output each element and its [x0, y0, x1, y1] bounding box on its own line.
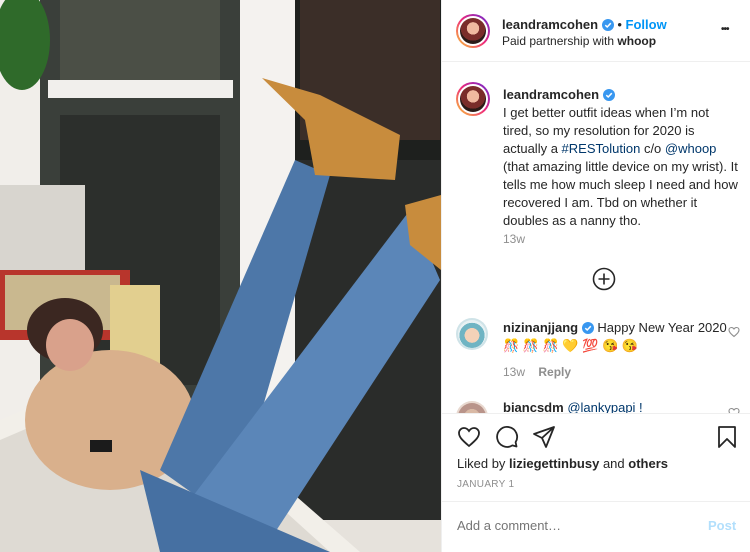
caption-text-3: (that amazing little device on my wrist)…	[503, 159, 738, 228]
caption-timestamp: 13w	[503, 232, 526, 246]
header-divider	[442, 61, 750, 62]
comment-username[interactable]: nizinanjjang	[503, 320, 578, 335]
header-title: leandramcohen • Follow	[502, 17, 667, 32]
paid-partnership: Paid partnership with whoop	[502, 34, 656, 48]
paper-plane-icon[interactable]	[532, 425, 556, 449]
post-date: JANUARY 1	[457, 479, 515, 490]
likes-middle: and	[599, 456, 629, 471]
author-username[interactable]: leandramcohen	[502, 17, 598, 32]
author-avatar[interactable]	[456, 14, 490, 48]
mention-link[interactable]: @whoop	[665, 141, 717, 156]
post-button[interactable]: Post	[708, 518, 736, 533]
post-panel: leandramcohen • Follow Paid partnership …	[441, 0, 750, 552]
caption-avatar[interactable]	[456, 82, 490, 116]
likes-prefix: Liked by	[457, 456, 510, 471]
comment-meta: 13w Reply	[503, 365, 571, 379]
follow-button[interactable]: Follow	[626, 17, 667, 32]
comment-item: nizinanjjang Happy New Year 2020 🎊 🎊 🎊 💛…	[503, 319, 728, 355]
likes-line: Liked by liziegettinbusy and others	[457, 456, 668, 471]
photo-image	[0, 0, 441, 552]
comment-item-clipped: biancsdm @lankypapi !	[442, 395, 750, 413]
likes-others[interactable]: others	[628, 456, 668, 471]
reply-button[interactable]: Reply	[538, 365, 571, 379]
comment-icon[interactable]	[495, 425, 519, 449]
post-photo[interactable]	[0, 0, 441, 552]
liked-by-user[interactable]: liziegettinbusy	[509, 456, 599, 471]
actions-divider	[442, 413, 750, 414]
commenter-avatar[interactable]	[456, 318, 488, 350]
comment-divider	[442, 501, 750, 502]
partner-link[interactable]: whoop	[617, 34, 656, 48]
header-dot: •	[617, 17, 622, 32]
caption: leandramcohen I get better outfit ideas …	[503, 86, 738, 230]
verified-icon	[601, 19, 614, 31]
verified-icon	[581, 322, 594, 334]
comment-text[interactable]: @lankypapi !	[567, 400, 642, 413]
plus-circle-icon[interactable]	[592, 267, 616, 291]
comment-input[interactable]	[457, 515, 687, 535]
hashtag-link[interactable]: #RESTolution	[562, 141, 641, 156]
verified-icon	[602, 89, 615, 101]
comment-like-icon[interactable]	[728, 326, 740, 338]
caption-text-2: c/o	[640, 141, 665, 156]
commenter-avatar[interactable]	[456, 401, 488, 413]
more-options-button[interactable]: •••	[721, 24, 729, 35]
comment-time: 13w	[503, 365, 526, 379]
partnership-prefix: Paid partnership with	[502, 34, 618, 48]
comment-username[interactable]: biancsdm	[503, 400, 564, 413]
heart-icon[interactable]	[457, 425, 481, 449]
caption-username[interactable]: leandramcohen	[503, 87, 599, 102]
bookmark-icon[interactable]	[715, 425, 739, 449]
